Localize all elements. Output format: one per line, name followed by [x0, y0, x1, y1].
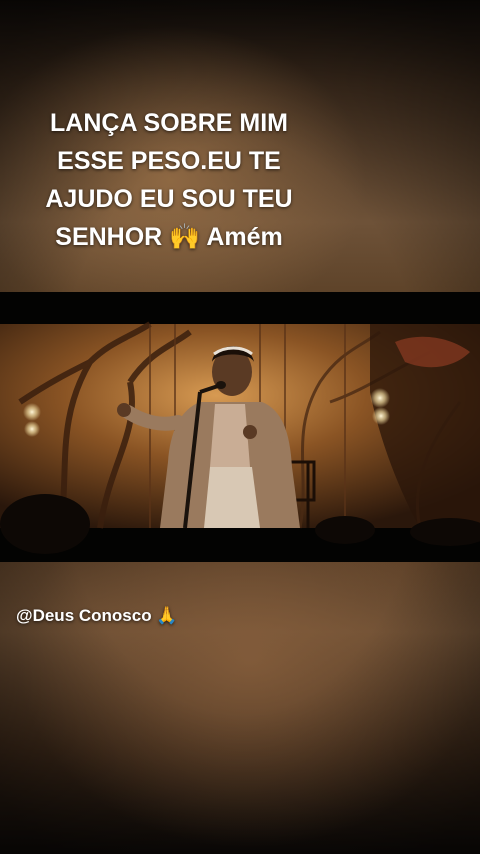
caption-line: AJUDO EU SOU TEU: [45, 185, 293, 213]
overlay-caption: LANÇA SOBRE MIM ESSE PESO.EU TE AJUDO EU…: [24, 104, 314, 256]
caption-line: SENHOR 🙌 Amém: [55, 223, 283, 251]
caption-line: LANÇA SOBRE MIM: [50, 109, 288, 137]
video-frame: [0, 292, 480, 562]
video-player[interactable]: [0, 292, 480, 562]
caption-line: ESSE PESO.EU TE: [57, 147, 281, 175]
creator-handle[interactable]: @Deus Conosco 🙏: [16, 606, 177, 626]
